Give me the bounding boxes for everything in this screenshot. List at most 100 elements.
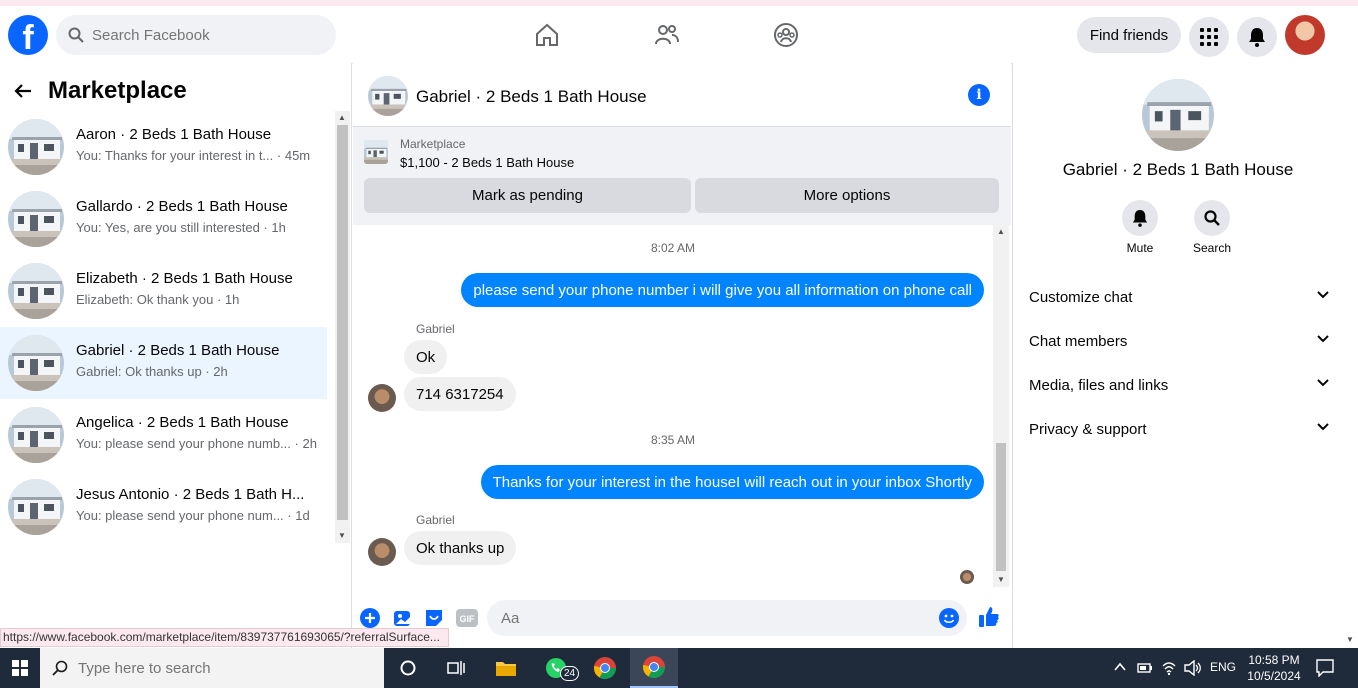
- conversation-thumbnail: [8, 191, 64, 247]
- conversation-title: Gabriel · 2 Beds 1 Bath House: [76, 342, 280, 359]
- chevron-down-icon: [1317, 423, 1329, 431]
- thumbs-up-icon[interactable]: [978, 606, 1000, 628]
- conversation-thumbnail: [8, 407, 64, 463]
- photo-icon[interactable]: [393, 608, 413, 628]
- menu-grid-button[interactable]: [1189, 17, 1229, 57]
- scroll-up-arrow-icon[interactable]: ▲: [997, 227, 1005, 236]
- chevron-down-icon: [1317, 335, 1329, 343]
- message-scrollbar[interactable]: ▲ ▼: [993, 225, 1009, 587]
- conversation-preview: You: Thanks for your interest in t... · …: [76, 148, 311, 163]
- search-icon: [52, 660, 68, 676]
- friends-icon[interactable]: [654, 22, 680, 48]
- find-friends-button[interactable]: Find friends: [1077, 17, 1181, 53]
- section-label: Media, files and links: [1029, 377, 1169, 394]
- chat-title[interactable]: Gabriel · 2 Beds 1 Bath House: [416, 87, 647, 107]
- chat-avatar[interactable]: [368, 76, 408, 116]
- plus-circle-icon[interactable]: [360, 608, 380, 628]
- chat-header: Gabriel · 2 Beds 1 Bath House i: [353, 63, 1011, 127]
- conversation-list-panel: Marketplace Aaron · 2 Beds 1 Bath House Y…: [0, 63, 352, 648]
- incoming-message[interactable]: Ok thanks up: [404, 531, 517, 565]
- timestamp: 8:35 AM: [650, 433, 696, 447]
- whatsapp-app[interactable]: 24: [532, 648, 580, 688]
- facebook-logo[interactable]: f: [8, 15, 48, 55]
- chat-panel: Gabriel · 2 Beds 1 Bath House i Marketpl…: [353, 63, 1011, 648]
- scroll-down-arrow-icon[interactable]: ▼: [1346, 635, 1354, 644]
- section-label: Privacy & support: [1029, 421, 1147, 438]
- task-view-icon: [447, 661, 465, 675]
- privacy-support-section[interactable]: Privacy & support: [1029, 409, 1329, 449]
- cortana-button[interactable]: [384, 648, 432, 688]
- task-view-button[interactable]: [432, 648, 480, 688]
- listing-price[interactable]: $1,100 - 2 Beds 1 Bath House: [400, 155, 574, 170]
- info-icon[interactable]: i: [968, 84, 990, 106]
- search-input[interactable]: [92, 26, 312, 44]
- listing-thumbnail[interactable]: [364, 140, 388, 164]
- media-files-links-section[interactable]: Media, files and links: [1029, 365, 1329, 405]
- listing-label: Marketplace: [400, 137, 466, 151]
- scroll-down-arrow-icon[interactable]: ▼: [997, 575, 1005, 584]
- taskbar-search-box[interactable]: [40, 648, 384, 688]
- outgoing-message[interactable]: please send your phone number i will giv…: [461, 273, 984, 307]
- incoming-message[interactable]: 714 6317254: [404, 377, 516, 411]
- chrome-app[interactable]: [581, 648, 629, 688]
- back-arrow-icon[interactable]: [13, 81, 33, 101]
- sender-avatar[interactable]: [368, 384, 396, 412]
- customize-chat-section[interactable]: Customize chat: [1029, 277, 1329, 317]
- conversation-list-scrollbar[interactable]: ▲ ▼: [335, 111, 350, 543]
- taskbar-search-input[interactable]: [78, 659, 358, 677]
- chat-members-section[interactable]: Chat members: [1029, 321, 1329, 361]
- start-button[interactable]: [0, 648, 40, 688]
- file-explorer-app[interactable]: [482, 648, 530, 688]
- volume-icon[interactable]: [1184, 660, 1202, 676]
- groups-icon[interactable]: [773, 22, 799, 48]
- seen-receipt-avatar: [960, 570, 974, 584]
- more-options-button[interactable]: More options: [695, 178, 999, 213]
- scrollbar-thumb[interactable]: [996, 443, 1006, 571]
- conversation-item[interactable]: Elizabeth · 2 Beds 1 Bath House Elizabeth…: [0, 255, 327, 327]
- chevron-down-icon: [1317, 379, 1329, 387]
- outgoing-message[interactable]: Thanks for your interest in the houseI w…: [480, 465, 984, 499]
- conversation-title: Aaron · 2 Beds 1 Bath House: [76, 126, 272, 143]
- incoming-message[interactable]: Ok: [404, 340, 448, 374]
- scroll-up-arrow-icon[interactable]: ▲: [338, 113, 346, 122]
- scrollbar-thumb[interactable]: [337, 125, 348, 520]
- scroll-down-arrow-icon[interactable]: ▼: [338, 531, 346, 540]
- conversation-item[interactable]: Aaron · 2 Beds 1 Bath House You: Thanks f…: [0, 111, 327, 183]
- conversation-title: Gallardo · 2 Beds 1 Bath House: [76, 198, 288, 215]
- page-scrollbar[interactable]: ▼: [1342, 63, 1358, 648]
- conversation-title: Angelica · 2 Beds 1 Bath House: [76, 414, 289, 431]
- conversation-item[interactable]: Jesus Antonio · 2 Beds 1 Bath H... You: p…: [0, 471, 327, 543]
- conversation-thumbnail: [8, 479, 64, 535]
- chevron-up-icon[interactable]: [1114, 662, 1126, 672]
- emoji-icon[interactable]: [939, 608, 959, 628]
- search-icon: [68, 27, 84, 43]
- message-thread: 8:02 AM please send your phone number i …: [353, 225, 1011, 595]
- conversation-preview: You: please send your phone numb... · 2h: [76, 436, 317, 451]
- mark-as-pending-button[interactable]: Mark as pending: [364, 178, 691, 213]
- wifi-icon[interactable]: [1161, 660, 1177, 676]
- listing-banner: Marketplace $1,100 - 2 Beds 1 Bath House…: [353, 127, 1011, 225]
- gif-icon[interactable]: GIF: [456, 608, 478, 628]
- message-input[interactable]: [487, 600, 967, 636]
- notification-center-icon[interactable]: [1316, 659, 1334, 677]
- sender-avatar[interactable]: [368, 538, 396, 566]
- clock[interactable]: 10:58 PM 10/5/2024: [1244, 652, 1304, 684]
- conversation-item[interactable]: Gallardo · 2 Beds 1 Bath House You: Yes, …: [0, 183, 327, 255]
- sticker-icon[interactable]: [424, 608, 444, 628]
- home-icon[interactable]: [534, 22, 560, 48]
- conversation-item[interactable]: Gabriel · 2 Beds 1 Bath House Gabriel: Ok…: [0, 327, 327, 399]
- sender-name: Gabriel: [416, 322, 455, 336]
- profile-avatar[interactable]: [1285, 15, 1325, 55]
- chat-details-avatar[interactable]: [1142, 79, 1214, 151]
- search-facebook-box[interactable]: [56, 15, 336, 55]
- chrome-app-active[interactable]: [630, 648, 678, 688]
- timestamp: 8:02 AM: [650, 241, 696, 255]
- folder-icon: [496, 662, 516, 676]
- search-in-chat-button[interactable]: [1194, 200, 1230, 236]
- section-label: Customize chat: [1029, 289, 1133, 306]
- battery-icon[interactable]: [1137, 661, 1153, 675]
- notifications-button[interactable]: [1237, 17, 1277, 57]
- language-indicator[interactable]: ENG: [1210, 660, 1236, 674]
- conversation-item[interactable]: Angelica · 2 Beds 1 Bath House You: pleas…: [0, 399, 327, 471]
- mute-button[interactable]: [1122, 200, 1158, 236]
